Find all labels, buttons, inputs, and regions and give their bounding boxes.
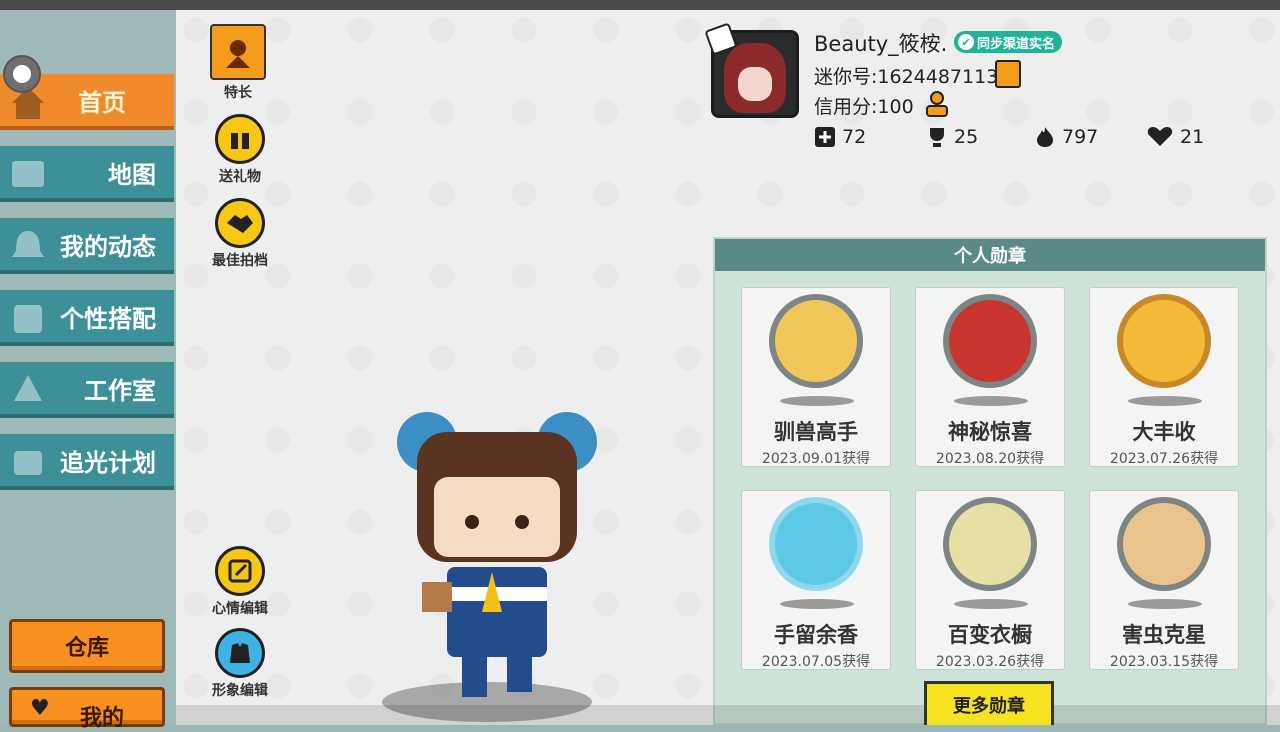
medal-name: 大丰收 (1132, 420, 1196, 444)
sidebar-item-label: 地图 (108, 160, 156, 189)
heart-icon: ♥ (30, 696, 50, 721)
sidebar-item-label: 我的动态 (60, 232, 156, 261)
more-medals-button[interactable]: 更多勋章 (924, 681, 1054, 725)
stat-flame: 797 (1034, 126, 1098, 148)
tree-icon (14, 375, 42, 401)
medal-name: 神秘惊喜 (948, 420, 1032, 444)
medal-date: 2023.03.26获得 (935, 654, 1045, 670)
mood-edit-label: 心情编辑 (212, 601, 268, 617)
gift-icon (215, 114, 265, 164)
spotlight-icon (14, 451, 42, 475)
stat-value: 72 (842, 126, 867, 148)
plus-icon (815, 127, 835, 147)
edit-icon (215, 546, 265, 596)
medal-name: 手留余香 (774, 623, 858, 647)
specialty-label: 特长 (224, 85, 252, 101)
sidebar-item-label: 首页 (78, 88, 126, 117)
copy-icon[interactable] (995, 60, 1021, 88)
stat-trophy: 25 (926, 126, 978, 148)
sidebar: 首页 地图 我的动态 个性搭配 工作室 追光计划 仓库 ♥ 我的 (0, 10, 176, 731)
medal-card[interactable]: 大丰收 2023.07.26获得 (1089, 287, 1239, 467)
medal-card[interactable]: 害虫克星 2023.03.15获得 (1089, 490, 1239, 670)
sidebar-item-outfit[interactable]: 个性搭配 (0, 290, 174, 346)
sidebar-item-activity[interactable]: 我的动态 (0, 218, 174, 274)
mini-id: 迷你号:1624487113 (814, 66, 999, 88)
medal-card[interactable]: 百变衣橱 2023.03.26获得 (915, 490, 1065, 670)
character-avatar[interactable] (382, 402, 612, 722)
mine-label: 我的 (79, 706, 124, 731)
more-medals-label: 更多勋章 (953, 695, 1025, 717)
system-nav-bar (176, 705, 1280, 725)
medal-panel: 个人勋章 驯兽高手 2023.09.01获得 神秘惊喜 2023.08.20获得… (713, 237, 1267, 725)
top-status-bar (0, 0, 1280, 10)
sidebar-item-label: 个性搭配 (60, 304, 156, 333)
medal-icon (1117, 294, 1211, 388)
medal-card[interactable]: 神秘惊喜 2023.08.20获得 (915, 287, 1065, 467)
specialty-action[interactable]: 特长 (198, 24, 278, 102)
medal-icon (943, 294, 1037, 388)
outfit-icon (14, 305, 42, 333)
medal-date: 2023.03.15获得 (1109, 654, 1219, 670)
heart-icon (1147, 127, 1173, 146)
image-edit-label: 形象编辑 (212, 683, 268, 699)
medal-icon (769, 497, 863, 591)
map-icon (12, 161, 44, 187)
best-partner-label: 最佳拍档 (212, 253, 268, 269)
medal-icon (1117, 497, 1211, 591)
toggle-dot[interactable] (3, 55, 41, 93)
sidebar-item-spotlight[interactable]: 追光计划 (0, 434, 174, 490)
outfit-edit-icon (215, 628, 265, 678)
specialty-icon (210, 24, 266, 80)
medal-date: 2023.07.26获得 (1109, 451, 1219, 467)
medal-card[interactable]: 驯兽高手 2023.09.01获得 (741, 287, 891, 467)
stat-value: 25 (954, 126, 979, 148)
medal-name: 驯兽高手 (774, 420, 858, 444)
handshake-icon (215, 198, 265, 248)
mine-button[interactable]: ♥ 我的 (9, 687, 165, 731)
stat-heart: 21 (1146, 126, 1204, 148)
medal-name: 害虫克星 (1122, 623, 1206, 647)
medal-name: 百变衣橱 (948, 623, 1032, 647)
medal-date: 2023.07.05获得 (761, 654, 871, 670)
medal-panel-title: 个人勋章 (715, 239, 1265, 271)
warehouse-label: 仓库 (64, 636, 109, 661)
warehouse-button[interactable]: 仓库 (9, 619, 165, 673)
send-gift-label: 送礼物 (219, 169, 261, 185)
verify-badge-label: 同步渠道实名 (977, 36, 1056, 52)
stat-value: 797 (1062, 126, 1099, 148)
stat-value: 21 (1180, 126, 1205, 148)
medal-date: 2023.09.01获得 (761, 451, 871, 467)
username: Beauty_筱桉. (814, 32, 948, 56)
trophy-icon (930, 128, 944, 147)
credit-score: 信用分:100 (814, 96, 914, 118)
best-partner-action[interactable]: 最佳拍档 (200, 198, 280, 270)
medal-card[interactable]: 手留余香 2023.07.05获得 (741, 490, 891, 670)
sidebar-item-label: 追光计划 (60, 448, 156, 477)
sidebar-item-label: 工作室 (84, 376, 156, 405)
bell-icon (12, 231, 44, 257)
sidebar-item-map[interactable]: 地图 (0, 146, 174, 202)
image-edit-action[interactable]: 形象编辑 (200, 628, 280, 700)
medal-date: 2023.08.20获得 (935, 451, 1045, 467)
send-gift-action[interactable]: 送礼物 (200, 114, 280, 186)
verify-badge[interactable]: ✔ 同步渠道实名 (954, 31, 1063, 53)
medal-icon (769, 294, 863, 388)
mood-edit-action[interactable]: 心情编辑 (200, 546, 280, 618)
stat-plus: 72 (814, 126, 866, 148)
sidebar-item-studio[interactable]: 工作室 (0, 362, 174, 418)
user-check-icon: ✔ (958, 34, 974, 50)
flame-icon (1037, 127, 1053, 147)
credit-user-icon[interactable] (924, 90, 950, 118)
medal-icon (943, 497, 1037, 591)
